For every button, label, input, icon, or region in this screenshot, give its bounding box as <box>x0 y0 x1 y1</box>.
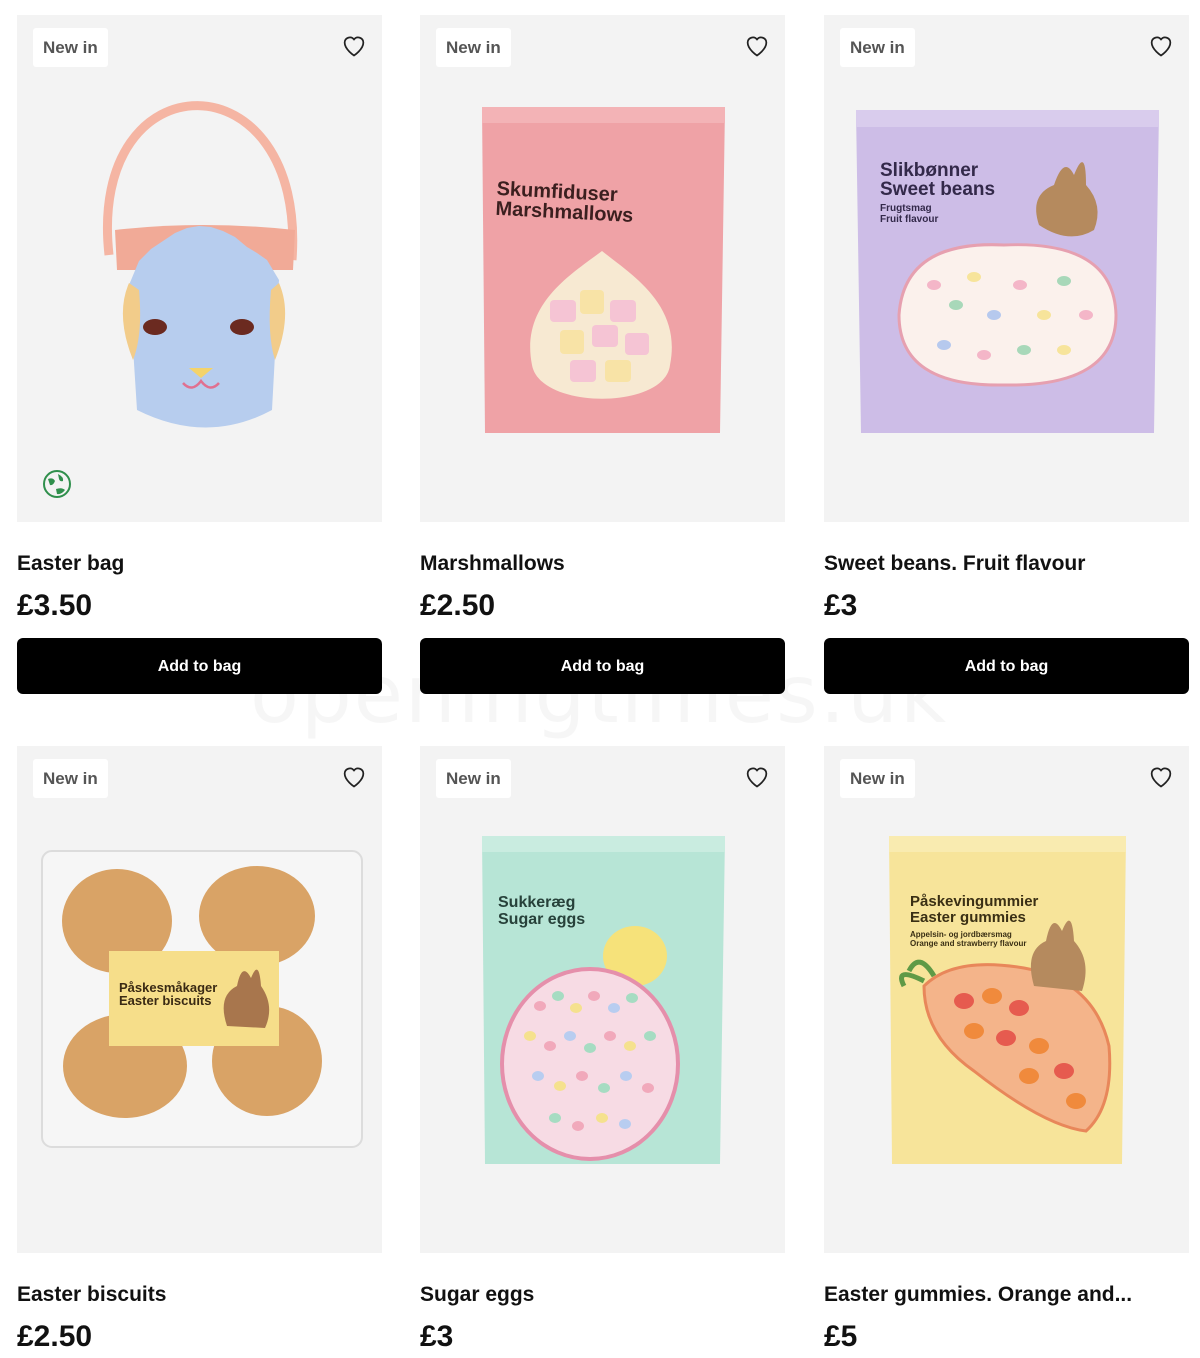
new-in-badge: New in <box>436 759 511 798</box>
pack-text: Sukkeræg <box>498 894 576 911</box>
heart-icon[interactable] <box>340 762 368 790</box>
pack-label: Påskesmåkager Easter biscuits <box>119 981 239 1007</box>
pack-text: Slikbønner <box>880 160 979 181</box>
product-image[interactable]: New in <box>17 15 382 522</box>
new-in-badge: New in <box>436 28 511 67</box>
pack-text: Fruit flavour <box>880 214 939 225</box>
pack-text: Sugar eggs <box>498 911 586 928</box>
product-name[interactable]: Sweet beans. Fruit flavour <box>824 552 1085 576</box>
product-price: £3 <box>420 1320 454 1353</box>
heart-icon[interactable] <box>743 762 771 790</box>
add-to-bag-button[interactable]: Add to bag <box>17 638 382 694</box>
pack-label: Skumfiduser Marshmallows <box>495 178 657 227</box>
pack-text: Påskevingummier <box>910 893 1039 910</box>
product-price: £2.50 <box>420 589 496 622</box>
marshmallows-image <box>482 107 725 433</box>
product-image[interactable]: New in Påskesmåkager Easter biscuits <box>17 746 382 1253</box>
product-name[interactable]: Marshmallows <box>420 552 565 576</box>
pack-label: Påskevingummier Easter gummies Appelsin-… <box>910 893 1060 949</box>
heart-icon[interactable] <box>1147 31 1175 59</box>
easter-gummies-image <box>889 836 1126 1164</box>
sweet-beans-image <box>856 110 1159 433</box>
product-image[interactable]: New in Skumfiduser Marshmallows <box>420 15 785 522</box>
product-price: £3 <box>824 589 858 622</box>
pack-label: Sukkeræg Sugar eggs <box>498 894 618 928</box>
add-to-bag-button[interactable]: Add to bag <box>824 638 1189 694</box>
heart-icon[interactable] <box>743 31 771 59</box>
product-name[interactable]: Easter gummies. Orange and... <box>824 1283 1132 1307</box>
easter-bag-image <box>103 101 298 428</box>
pack-text: Easter biscuits <box>119 993 212 1008</box>
new-in-badge: New in <box>33 28 108 67</box>
pack-text: Sweet beans <box>880 179 996 200</box>
new-in-badge: New in <box>840 28 915 67</box>
product-price: £5 <box>824 1320 858 1353</box>
product-name[interactable]: Easter biscuits <box>17 1283 166 1307</box>
pack-text: Frugtsmag <box>880 203 932 214</box>
product-image[interactable]: New in Slikbønner Sweet beans Frugtsmag … <box>824 15 1189 522</box>
product-image[interactable]: New in Sukkeræg Sugar eggs <box>420 746 785 1253</box>
heart-icon[interactable] <box>1147 762 1175 790</box>
add-to-bag-button[interactable]: Add to bag <box>420 638 785 694</box>
pack-text: Appelsin- og jordbærsmag <box>910 930 1012 939</box>
pack-text: Easter gummies <box>910 909 1026 926</box>
product-price: £2.50 <box>17 1320 93 1353</box>
product-price: £3.50 <box>17 589 93 622</box>
pack-text: Orange and strawberry flavour <box>910 939 1027 948</box>
pack-label: Slikbønner Sweet beans Frugtsmag Fruit f… <box>880 161 1040 225</box>
new-in-badge: New in <box>840 759 915 798</box>
globe-eco-icon <box>43 470 71 498</box>
product-image[interactable]: New in Påskevingummier Easter gummies Ap… <box>824 746 1189 1253</box>
heart-icon[interactable] <box>340 31 368 59</box>
sugar-eggs-image <box>482 836 725 1164</box>
product-name[interactable]: Sugar eggs <box>420 1283 534 1307</box>
product-name[interactable]: Easter bag <box>17 552 124 576</box>
new-in-badge: New in <box>33 759 108 798</box>
